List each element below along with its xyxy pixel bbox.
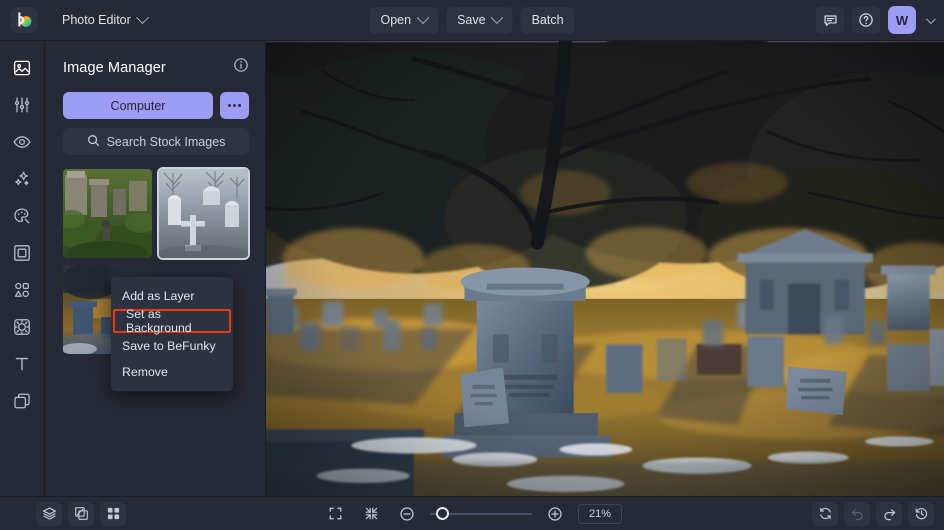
product-label: Photo Editor xyxy=(62,13,131,27)
account-actions: W xyxy=(816,6,936,34)
batch-label: Batch xyxy=(531,13,564,27)
open-button[interactable]: Open xyxy=(369,6,439,34)
panel-header: Image Manager xyxy=(63,57,249,78)
computer-button[interactable]: Computer xyxy=(63,92,213,119)
rail-item-overlays[interactable] xyxy=(4,383,40,419)
zoom-slider-handle[interactable] xyxy=(436,507,449,520)
editor-body: Image Manager Computer Search Stock Imag… xyxy=(0,41,944,496)
question-circle-icon[interactable] xyxy=(852,6,880,34)
fit-to-screen-icon[interactable] xyxy=(322,502,348,526)
chevron-down-icon xyxy=(490,10,504,24)
rail-item-artsy[interactable] xyxy=(4,198,40,234)
zoom-controls: 21% xyxy=(322,502,622,526)
rail-item-edit-adjust[interactable] xyxy=(4,87,40,123)
zoom-out-icon[interactable] xyxy=(394,502,420,526)
reset-icon[interactable] xyxy=(812,501,838,526)
page-title: Image Manager xyxy=(63,59,166,76)
rail-item-textures[interactable] xyxy=(4,309,40,345)
info-circle-icon[interactable] xyxy=(233,57,249,78)
canvas-area xyxy=(266,41,944,496)
context-menu-label: Remove xyxy=(122,365,168,379)
top-toolbar: Photo Editor Open Save Batch W xyxy=(0,0,944,41)
thumbnail-green-cemetery[interactable] xyxy=(63,169,152,258)
layers-icon[interactable] xyxy=(36,501,62,526)
ellipsis-icon[interactable] xyxy=(220,92,249,119)
thumbnail-context-menu: Add as Layer Set as Background Save to B… xyxy=(111,277,233,391)
tool-rail xyxy=(0,41,45,496)
collapse-icon[interactable] xyxy=(358,502,384,526)
chat-bubble-icon[interactable] xyxy=(816,6,844,34)
context-menu-item-add-as-layer[interactable]: Add as Layer xyxy=(111,283,233,309)
rail-item-image-manager[interactable] xyxy=(4,50,40,86)
history-tools xyxy=(812,501,934,526)
redo-icon[interactable] xyxy=(876,501,902,526)
thumbnail-bw-cemetery[interactable] xyxy=(159,169,248,258)
view-tools xyxy=(36,501,126,526)
rail-item-touch-up[interactable] xyxy=(4,124,40,160)
rail-item-frames[interactable] xyxy=(4,235,40,271)
grid-icon[interactable] xyxy=(100,501,126,526)
account-chevron-down-icon[interactable] xyxy=(925,13,936,24)
image-manager-panel: Image Manager Computer Search Stock Imag… xyxy=(45,41,266,496)
chevron-down-icon xyxy=(135,10,149,24)
search-placeholder: Search Stock Images xyxy=(106,134,226,149)
avatar[interactable]: W xyxy=(888,6,916,34)
product-switcher[interactable]: Photo Editor xyxy=(51,7,156,34)
photo-editor-app: Photo Editor Open Save Batch W Image Man… xyxy=(0,0,944,530)
context-menu-item-set-as-background[interactable]: Set as Background xyxy=(113,307,231,335)
befunky-logo-icon[interactable] xyxy=(11,7,37,33)
rail-item-effects[interactable] xyxy=(4,161,40,197)
source-buttons: Computer xyxy=(63,92,249,119)
open-label: Open xyxy=(380,13,412,27)
zoom-in-icon[interactable] xyxy=(542,502,568,526)
batch-button[interactable]: Batch xyxy=(520,6,575,34)
save-button[interactable]: Save xyxy=(446,6,513,34)
save-label: Save xyxy=(457,13,486,27)
rail-item-graphics[interactable] xyxy=(4,272,40,308)
file-actions: Open Save Batch xyxy=(369,6,575,34)
rail-item-text[interactable] xyxy=(4,346,40,382)
search-stock-images-input[interactable]: Search Stock Images xyxy=(63,128,249,155)
context-menu-label: Set as Background xyxy=(126,307,192,335)
undo-icon[interactable] xyxy=(844,501,870,526)
chevron-down-icon xyxy=(416,10,429,24)
history-icon[interactable] xyxy=(908,501,934,526)
context-menu-label: Add as Layer xyxy=(122,289,195,303)
zoom-level-input[interactable]: 21% xyxy=(578,503,622,524)
zoom-slider[interactable] xyxy=(430,507,532,521)
context-menu-item-remove[interactable]: Remove xyxy=(111,359,233,385)
context-menu-item-save-to-befunky[interactable]: Save to BeFunky xyxy=(111,333,233,359)
cemetery-at-sunset-photo[interactable] xyxy=(266,41,944,496)
bottom-toolbar: 21% xyxy=(0,496,944,530)
context-menu-label: Save to BeFunky xyxy=(122,339,216,353)
search-icon xyxy=(87,134,100,150)
compare-icon[interactable] xyxy=(68,501,94,526)
